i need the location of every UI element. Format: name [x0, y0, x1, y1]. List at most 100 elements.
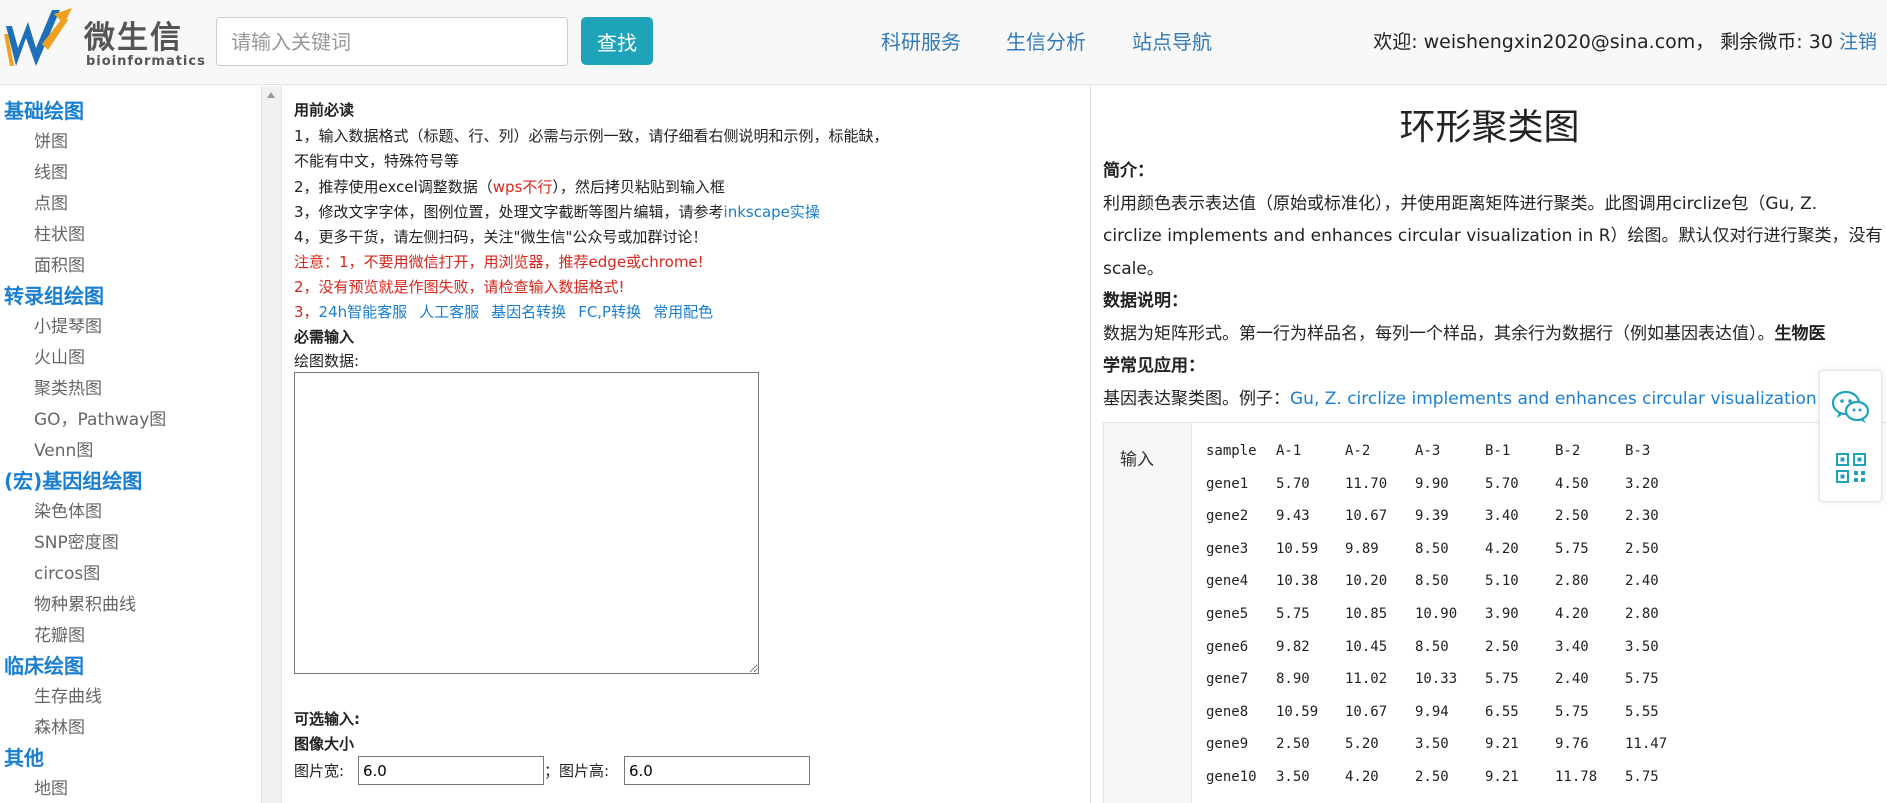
site-logo[interactable]: 微生信 bioinformatics [2, 4, 205, 70]
example-cell: 8.90 [1276, 671, 1310, 688]
data-heading: 数据说明： [1103, 291, 1188, 311]
sidebar-category-clinical[interactable]: 临床绘图 [4, 650, 84, 679]
wechat-icon[interactable] [1831, 389, 1871, 425]
sidebar-item-venn[interactable]: Venn图 [34, 436, 93, 461]
example-cell: 5.75 [1625, 769, 1659, 785]
rule-3-pre: 3，修改文字字体，图例位置，处理文字截断等图片编辑，请参考 [294, 203, 724, 221]
example-cell: 2.40 [1625, 573, 1659, 590]
example-cell: 5.75 [1485, 671, 1519, 688]
example-cell: 2.80 [1625, 606, 1659, 622]
scroll-up-icon[interactable] [267, 92, 275, 98]
link-human-support[interactable]: 人工客服 [419, 303, 479, 321]
sidebar-item-go-pathway[interactable]: GO，Pathway图 [34, 405, 166, 430]
nav-bioinfo-analysis[interactable]: 生信分析 [1006, 26, 1086, 55]
data-description-text: 数据为矩阵形式。第一行为样品名，每列一个样品，其余行为数据行（例如基因表达值）。 [1103, 324, 1775, 344]
example-cell: 5.70 [1485, 475, 1519, 492]
example-cell: 3.40 [1555, 638, 1589, 655]
image-size-title: 图像大小 [294, 735, 355, 753]
example-cell: 5.10 [1485, 573, 1519, 590]
example-cell: 5.75 [1555, 703, 1589, 720]
sidebar-item-bar[interactable]: 柱状图 [34, 220, 85, 245]
data-label: 绘图数据: [294, 352, 360, 370]
rule-2-warning: wps不行 [492, 178, 553, 196]
required-title: 必需输入 [294, 328, 355, 346]
sidebar-item-pie[interactable]: 饼图 [34, 127, 68, 152]
scrollbar[interactable] [262, 86, 282, 803]
logout-link[interactable]: 注销 [1839, 31, 1877, 53]
search-input[interactable] [216, 17, 568, 66]
sidebar-item-volcano[interactable]: 火山图 [34, 343, 85, 368]
example-data-table: sample A-1 A-2 A-3 B-1 B-2 B-3 gene1 5.70 11.70 9.… [1191, 423, 1887, 803]
example-cell: gene3 [1206, 540, 1249, 557]
sidebar-item-violin[interactable]: 小提琴图 [34, 312, 102, 337]
sidebar-item-species-curve[interactable]: 物种累积曲线 [34, 590, 136, 615]
logo-title: 微生信 [84, 20, 183, 56]
qr-code-icon[interactable] [1836, 453, 1866, 483]
example-cell: 9.89 [1345, 540, 1379, 557]
rule-2-pre: 2，推荐使用excel调整数据（ [294, 178, 493, 196]
top-header: 微生信 bioinformatics 查找 科研服务 生信分析 站点导航 欢迎:… [0, 0, 1887, 85]
example-cell: 6.55 [1485, 703, 1519, 720]
sidebar-item-dot[interactable]: 点图 [34, 189, 68, 214]
example-cell: gene7 [1206, 671, 1249, 688]
link-fc-p-convert[interactable]: FC,P转换 [578, 303, 641, 321]
example-cell: 2.50 [1276, 736, 1310, 753]
example-label: 输入 [1120, 450, 1154, 470]
sidebar-category-other[interactable]: 其他 [4, 742, 44, 771]
warning-2: 2，没有预览就是作图失败，请检查输入数据格式! [294, 278, 625, 296]
sidebar-category-basic[interactable]: 基础绘图 [4, 95, 84, 124]
circlize-paper-link[interactable]: Gu, Z. circlize implements and enhances … [1290, 389, 1855, 409]
sidebar-item-heatmap[interactable]: 聚类热图 [34, 374, 102, 399]
example-cell: 5.75 [1625, 671, 1659, 688]
intro-line-3: scale。 [1103, 259, 1164, 279]
example-cell: 10.20 [1345, 573, 1388, 590]
example-cell: 9.90 [1415, 475, 1449, 492]
search-button[interactable]: 查找 [581, 17, 653, 65]
example-cell: 3.50 [1415, 736, 1449, 753]
sidebar-item-area[interactable]: 面积图 [34, 251, 85, 276]
example-cell: 10.67 [1345, 703, 1388, 720]
sidebar-item-petal[interactable]: 花瓣图 [34, 621, 85, 646]
height-input[interactable] [624, 756, 810, 785]
example-cell: 5.55 [1625, 703, 1659, 720]
application-prefix: 基因表达聚类图。例子： [1103, 389, 1290, 409]
example-cell: 10.45 [1345, 638, 1388, 655]
sidebar-item-circos[interactable]: circos图 [34, 559, 100, 584]
example-cell: gene6 [1206, 638, 1249, 655]
sidebar-item-chromosome[interactable]: 染色体图 [34, 497, 102, 522]
nav-site-navigation[interactable]: 站点导航 [1132, 26, 1212, 55]
nav-research-services[interactable]: 科研服务 [881, 26, 961, 55]
help-links-prefix: 3， [294, 303, 319, 321]
example-cell: 8.50 [1415, 573, 1449, 590]
example-cell: 5.75 [1276, 606, 1310, 622]
example-cell: 4.20 [1485, 540, 1519, 557]
example-cell: 10.59 [1276, 703, 1319, 720]
link-gene-name-convert[interactable]: 基因名转换 [491, 303, 566, 321]
rule-1b: 不能有中文，特殊符号等 [294, 152, 460, 170]
example-cell: 5.20 [1345, 736, 1379, 753]
sidebar-category-genome[interactable]: (宏)基因组绘图 [4, 465, 142, 494]
example-cell: 2.80 [1555, 573, 1589, 590]
example-cell: 9.82 [1276, 638, 1310, 655]
sidebar-item-snp-density[interactable]: SNP密度图 [34, 528, 119, 553]
sidebar-item-survival[interactable]: 生存曲线 [34, 682, 102, 707]
sidebar-item-map[interactable]: 地图 [34, 774, 68, 799]
sidebar: 基础绘图 饼图 线图 点图 柱状图 面积图 转录组绘图 小提琴图 火山图 聚类热… [0, 86, 262, 803]
example-box: 输入 sample A-1 A-2 A-3 B-1 B-2 B-3 gene1 5.70 11.7… [1103, 422, 1887, 803]
example-cell: 11.02 [1345, 671, 1388, 688]
application-heading-b: 学常见应用： [1103, 356, 1205, 376]
sidebar-item-forest[interactable]: 森林图 [34, 713, 85, 738]
example-cell: gene8 [1206, 703, 1249, 720]
example-cell: A-1 [1276, 443, 1302, 459]
sidebar-item-line[interactable]: 线图 [34, 158, 68, 183]
rule-2: 2，推荐使用excel调整数据（wps不行），然后拷贝粘贴到输入框 [294, 176, 725, 197]
logo-mark-icon [4, 8, 72, 66]
width-input[interactable] [358, 756, 544, 785]
example-cell: 2.30 [1625, 508, 1659, 525]
plot-data-textarea[interactable] [294, 372, 759, 674]
sidebar-category-transcriptome[interactable]: 转录组绘图 [4, 280, 104, 309]
example-cell: 2.40 [1555, 671, 1589, 688]
link-ai-support[interactable]: 24h智能客服 [319, 303, 408, 321]
link-color-palette[interactable]: 常用配色 [653, 303, 713, 321]
inkscape-link[interactable]: inkscape实操 [724, 203, 820, 221]
